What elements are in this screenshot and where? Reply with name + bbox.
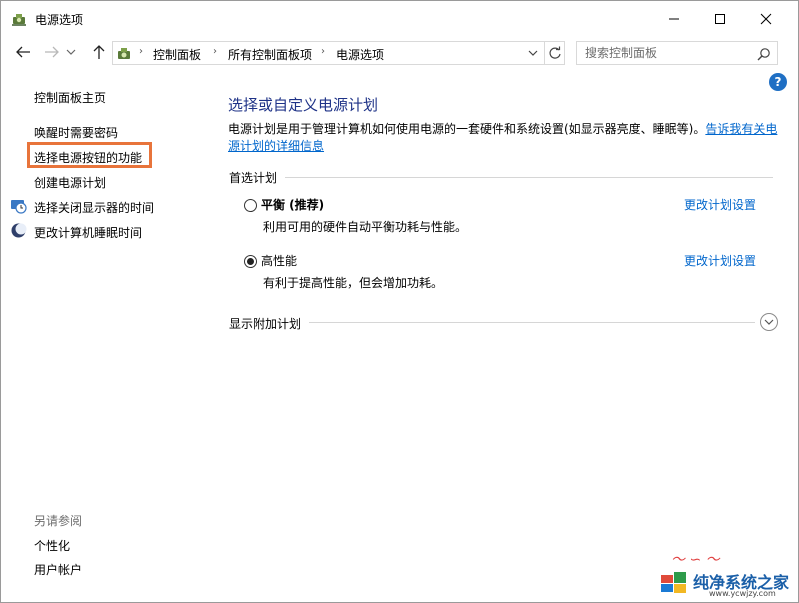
highlight-annotation-box [27, 142, 152, 168]
balanced-change-plan-settings-link[interactable]: 更改计划设置 [684, 196, 756, 213]
show-additional-plans-heading[interactable]: 显示附加计划 [229, 315, 301, 332]
sleep-moon-icon [11, 223, 27, 238]
title-bar[interactable]: 电源选项 [1, 1, 798, 37]
help-button[interactable]: ? [769, 73, 787, 91]
section-divider [285, 177, 773, 178]
address-bar[interactable]: › 控制面板 › 所有控制面板项 › 电源选项 [112, 41, 565, 65]
watermark-scribble: ～ ∽ ～ [671, 552, 720, 568]
refresh-button[interactable] [544, 42, 565, 64]
change-sleep-time-link[interactable]: 更改计算机睡眠时间 [34, 224, 142, 241]
power-options-icon [12, 14, 26, 26]
minimize-icon [669, 18, 679, 20]
require-password-on-wakeup-link[interactable]: 唤醒时需要密码 [34, 124, 118, 141]
window-title: 电源选项 [35, 13, 84, 27]
power-options-window: 电源选项 › 控制面板 › 所有控制面板项 › 电源选项 搜索控制面板 ? 控制… [0, 0, 799, 603]
up-button[interactable] [88, 41, 110, 63]
maximize-button[interactable] [697, 1, 743, 37]
arrow-up-icon [93, 45, 105, 59]
control-panel-home-link[interactable]: 控制面板主页 [34, 89, 106, 106]
breadcrumb-separator-icon: › [139, 46, 143, 57]
breadcrumb-power-options[interactable]: 电源选项 [336, 46, 384, 63]
watermark: ～ ∽ ～ 纯净系统之家 www.ycwjzy.com [641, 549, 796, 599]
preferred-plans-heading: 首选计划 [229, 171, 278, 185]
navigation-bar: › 控制面板 › 所有控制面板项 › 电源选项 [1, 37, 798, 69]
close-icon [760, 13, 772, 25]
description-text: 电源计划是用于管理计算机如何使用电源的一套硬件和系统设置(如显示器亮度、睡眠等)… [228, 122, 706, 136]
watermark-url: www.ycwjzy.com [709, 589, 776, 598]
balanced-plan-radio[interactable] [244, 199, 257, 212]
user-accounts-link[interactable]: 用户帐户 [34, 561, 82, 578]
high-performance-plan-name[interactable]: 高性能 [261, 252, 297, 269]
page-title: 选择或自定义电源计划 [228, 96, 379, 114]
high-performance-plan-description: 有利于提高性能，但会增加功耗。 [263, 276, 444, 290]
choose-display-off-time-link[interactable]: 选择关闭显示器的时间 [34, 199, 154, 216]
breadcrumb-separator-icon: › [321, 46, 325, 57]
arrow-right-icon [45, 46, 59, 58]
recent-locations-button[interactable] [64, 41, 78, 63]
create-power-plan-link[interactable]: 创建电源计划 [34, 174, 106, 191]
forward-button[interactable] [41, 41, 63, 63]
display-clock-icon [11, 200, 27, 214]
refresh-icon [549, 46, 561, 59]
section-divider [309, 322, 755, 323]
search-icon[interactable] [755, 45, 773, 63]
arrow-left-icon [16, 46, 30, 58]
breadcrumb-all-items[interactable]: 所有控制面板项 [228, 46, 312, 63]
expand-additional-plans-button[interactable] [760, 313, 778, 331]
breadcrumb-separator-icon: › [213, 46, 217, 57]
chevron-down-icon [66, 49, 76, 55]
watermark-logo-icon [661, 572, 686, 593]
minimize-button[interactable] [651, 1, 697, 37]
control-panel-icon [118, 48, 130, 59]
high-performance-plan-radio[interactable] [244, 255, 257, 268]
back-button[interactable] [12, 41, 34, 63]
search-input[interactable] [577, 42, 753, 64]
high-performance-change-plan-settings-link[interactable]: 更改计划设置 [684, 252, 756, 269]
see-also-heading: 另请参阅 [34, 514, 83, 528]
chevron-down-icon [528, 50, 538, 56]
search-box[interactable] [576, 41, 778, 65]
personalization-link[interactable]: 个性化 [34, 537, 70, 554]
breadcrumb-control-panel[interactable]: 控制面板 [153, 46, 201, 63]
balanced-plan-description: 利用可用的硬件自动平衡功耗与性能。 [263, 220, 468, 234]
page-description: 电源计划是用于管理计算机如何使用电源的一套硬件和系统设置(如显示器亮度、睡眠等)… [228, 121, 778, 155]
close-button[interactable] [743, 1, 789, 37]
address-dropdown-button[interactable] [525, 45, 541, 61]
chevron-down-icon [764, 319, 774, 325]
balanced-plan-name[interactable]: 平衡 (推荐) [261, 196, 324, 213]
maximize-icon [715, 14, 725, 24]
